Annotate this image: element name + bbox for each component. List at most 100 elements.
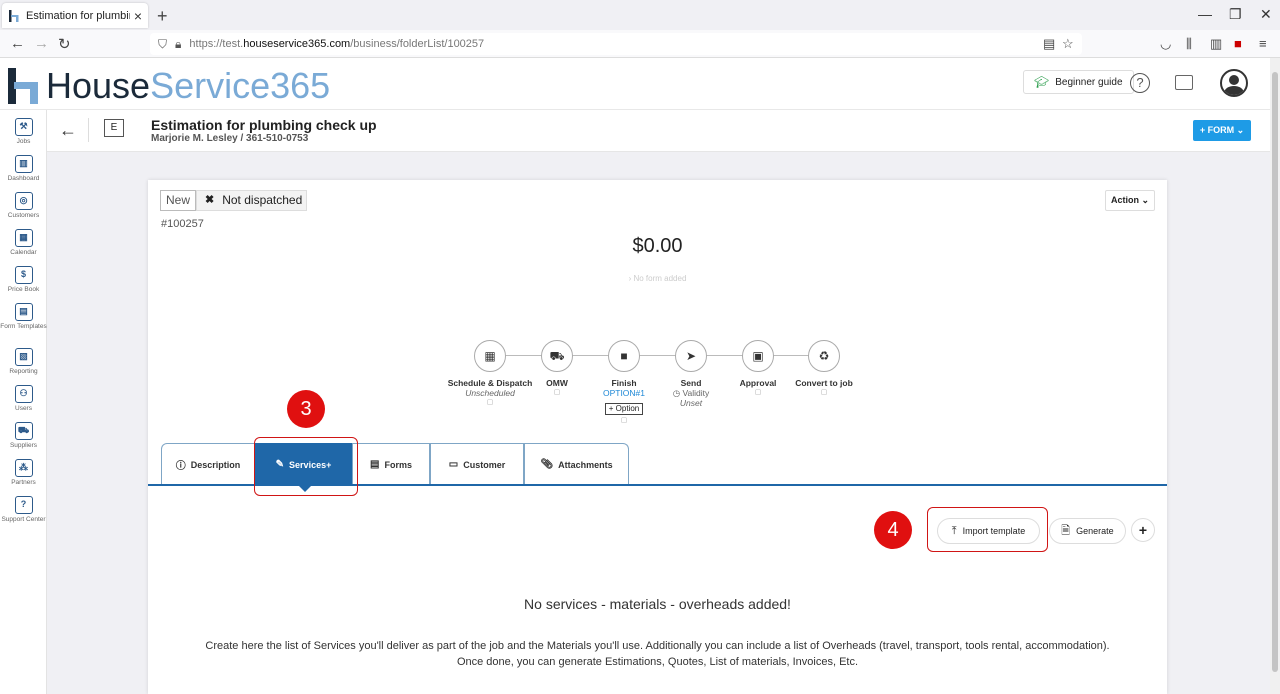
- no-form-label: No form added: [633, 274, 687, 283]
- sidebar-item-label: Customers: [7, 212, 40, 219]
- empty-state-line2: Once done, you can generate Estimations,…: [456, 656, 859, 668]
- empty-state-description: Create here the list of Services you'll …: [148, 638, 1167, 670]
- sidebar-item-label: Partners: [11, 479, 36, 486]
- comment-icon: ▢: [620, 417, 628, 424]
- url-domain: houseservice365.com: [243, 38, 351, 50]
- report-icon: ▧: [14, 348, 33, 366]
- generate-button[interactable]: 🗎︎ Generate: [1049, 518, 1126, 544]
- job-tabs: ⓘ Description ✎ Services+ ▤ Forms ▭ Customer…: [161, 443, 629, 492]
- users-icon: ⚇: [14, 385, 33, 403]
- url-bar[interactable]: ⛉ 🔒︎ https://test. houseservice365.com/bu…: [150, 33, 1082, 55]
- lock-icon: 🔒︎: [175, 36, 182, 51]
- chart-icon: ▥: [14, 155, 33, 173]
- divider: [88, 118, 89, 142]
- no-form-text[interactable]: › No form added: [148, 274, 1167, 283]
- form-icon: ▤: [14, 303, 33, 321]
- sidebar-item-label: Jobs: [16, 138, 31, 145]
- upload-icon: ⤒: [951, 524, 957, 537]
- folder-icon[interactable]: [1175, 75, 1193, 90]
- sidebar-item-jobs[interactable]: ⚒ Jobs: [0, 118, 47, 146]
- sidebar-item-label: Calendar: [10, 249, 37, 256]
- browser-tab[interactable]: Estimation for plumbing check up ×: [2, 3, 148, 28]
- import-template-label: Import template: [962, 526, 1026, 536]
- clock-icon: ◷: [672, 388, 681, 398]
- site-favicon-icon: [8, 9, 20, 23]
- back-arrow-icon[interactable]: ←: [59, 120, 77, 141]
- job-type-badge: E: [104, 119, 124, 137]
- sidebar-item-customers[interactable]: ◎ Customers: [0, 192, 47, 220]
- tab-attachments[interactable]: 📎︎ Attachments: [524, 443, 629, 485]
- help-icon: ?: [14, 496, 33, 514]
- tab-forms[interactable]: ▤ Forms: [352, 443, 430, 485]
- step-label: Convert to job: [795, 378, 853, 388]
- network-icon: ⁂: [14, 459, 33, 477]
- menu-icon[interactable]: ≡: [1259, 36, 1267, 51]
- paperclip-icon: 📎︎: [540, 459, 554, 470]
- step-status: Unset: [679, 398, 703, 408]
- sidebar-item-suppliers[interactable]: ⛟ Suppliers: [0, 422, 47, 450]
- tab-label: Description: [190, 459, 241, 470]
- forward-icon[interactable]: →: [34, 35, 49, 52]
- reader-view-icon[interactable]: ▤: [1043, 36, 1055, 52]
- annotation-number-3: 3: [287, 390, 325, 428]
- sidebar-item-partners[interactable]: ⁂ Partners: [0, 459, 47, 487]
- minimize-icon[interactable]: —: [1198, 6, 1212, 22]
- new-tab-icon[interactable]: +: [157, 6, 168, 27]
- restore-icon[interactable]: ❐: [1229, 6, 1242, 23]
- pocket-icon[interactable]: ◡: [1160, 36, 1171, 52]
- action-dropdown[interactable]: Action ⌄: [1105, 190, 1155, 211]
- graduation-cap-icon: 🎓︎: [1034, 75, 1050, 89]
- beginner-guide-button[interactable]: 🎓︎ Beginner guide: [1023, 70, 1134, 94]
- beginner-guide-label: Beginner guide: [1055, 76, 1123, 88]
- page-scrollbar[interactable]: [1270, 58, 1280, 694]
- import-template-button[interactable]: ⤒ Import template: [937, 518, 1040, 544]
- calendar-check-icon: ▦: [474, 340, 506, 372]
- sidebar-item-form-templates[interactable]: ▤ Form Templates: [0, 303, 47, 331]
- stop-icon: ■: [608, 340, 640, 372]
- add-option-button[interactable]: + Option: [604, 403, 644, 415]
- truck-icon: ⛟: [541, 340, 573, 372]
- sidebar-item-label: Price Book: [7, 286, 40, 293]
- sidebar-item-support-center[interactable]: ? Support Center: [0, 496, 47, 524]
- back-icon[interactable]: ←: [10, 35, 25, 52]
- comment-icon: ▢: [486, 399, 494, 406]
- help-icon[interactable]: ?: [1130, 73, 1150, 93]
- generate-label: Generate: [1076, 526, 1114, 536]
- sidebar-toggle-icon[interactable]: ▥: [1210, 36, 1222, 52]
- library-icon[interactable]: ⫼: [1186, 36, 1192, 52]
- add-form-button[interactable]: + FORM ⌄: [1193, 120, 1251, 141]
- x-icon: ✖: [205, 194, 215, 206]
- logo[interactable]: House Service365: [6, 62, 330, 106]
- id-card-icon: ▭: [448, 459, 459, 470]
- calendar-icon: ▦: [14, 229, 33, 247]
- step-convert[interactable]: ♻ Convert to job ▢: [779, 340, 869, 397]
- sidebar-item-users[interactable]: ⚇ Users: [0, 385, 47, 413]
- page-title: Estimation for plumbing check up: [151, 117, 377, 133]
- tools-icon: ⚒: [14, 118, 33, 136]
- tab-label: Attachments: [558, 459, 613, 470]
- tab-description[interactable]: ⓘ Description: [161, 443, 255, 485]
- browser-navbar: ← → ↻ ⛉ 🔒︎ https://test. houseservice365.…: [0, 30, 1280, 58]
- close-tab-icon[interactable]: ×: [134, 8, 142, 24]
- reload-icon[interactable]: ↻: [58, 35, 71, 53]
- sidebar: ⚒ Jobs ▥ Dashboard ◎ Customers ▦ Calendar $ Price…: [0, 110, 47, 694]
- paper-plane-icon: ➤: [675, 340, 707, 372]
- sidebar-item-price-book[interactable]: $ Price Book: [0, 266, 47, 294]
- window-close-icon[interactable]: ✕: [1260, 6, 1272, 23]
- job-number: #100257: [161, 218, 204, 230]
- bookmark-star-icon[interactable]: ☆: [1062, 36, 1074, 52]
- add-item-button[interactable]: +: [1131, 518, 1155, 542]
- extension-icon[interactable]: ■: [1234, 36, 1242, 51]
- customer-info: Marjorie M. Lesley / 361-510-0753: [151, 133, 309, 144]
- sidebar-item-calendar[interactable]: ▦ Calendar: [0, 229, 47, 257]
- browser-tab-title: Estimation for plumbing check up: [26, 9, 130, 22]
- shield-icon: ⛉: [158, 36, 168, 51]
- sidebar-item-label: Suppliers: [9, 442, 38, 449]
- sidebar-item-dashboard[interactable]: ▥ Dashboard: [0, 155, 47, 183]
- avatar[interactable]: [1220, 69, 1248, 97]
- sidebar-item-reporting[interactable]: ▧ Reporting: [0, 348, 47, 376]
- tab-customer[interactable]: ▭ Customer: [430, 443, 524, 485]
- sidebar-item-label: Form Templates: [0, 323, 47, 330]
- target-icon: ◎: [14, 192, 33, 210]
- generate-document-icon: 🗎︎: [1061, 524, 1071, 537]
